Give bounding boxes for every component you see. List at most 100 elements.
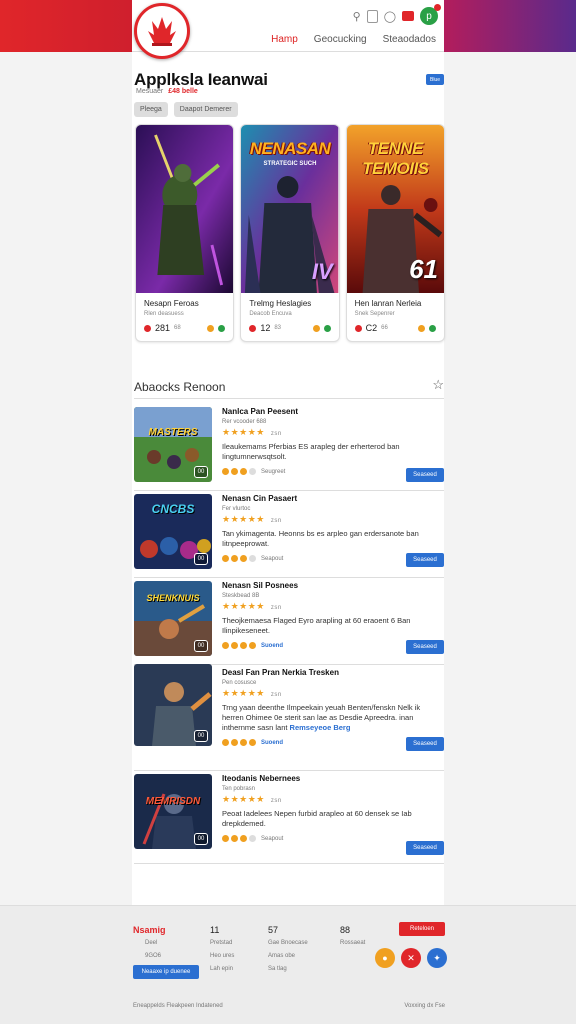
- featured-card[interactable]: NENASAN STRATEGIC SUCH IV Trelmg Heslagi…: [240, 124, 340, 342]
- star-icon[interactable]: ☆: [432, 377, 444, 393]
- footer-link[interactable]: Rossaeat: [340, 937, 365, 950]
- close-x-icon[interactable]: ✕: [401, 948, 421, 968]
- game-description: Peoat Iadelees Nepen furbid arapleo at 6…: [222, 809, 412, 828]
- footer-column: 11 Pretstad Heo ures Lah epin: [210, 924, 234, 976]
- card-stats: 281 68: [136, 317, 233, 333]
- game-thumbnail: MASTERS 00: [134, 407, 212, 482]
- subscribe-button[interactable]: Reteloen: [399, 922, 445, 936]
- game-list: MASTERS 00 Nanlca Pan Peesent Rer vcoode…: [134, 404, 444, 864]
- filter-chip[interactable]: Pleega: [134, 102, 168, 117]
- nav-categories[interactable]: Geocucking: [314, 34, 367, 45]
- filter-chip[interactable]: Daapot Demerer: [173, 102, 238, 117]
- notification-icon[interactable]: [402, 11, 414, 21]
- art-subtitle: STRATEGIC SUCH: [263, 161, 317, 167]
- social-links: ● ✕ ✦: [375, 948, 447, 968]
- list-item[interactable]: SHENKNUIS 00 Nenasn Sil Posnees Steskbea…: [134, 578, 444, 665]
- rating-dot-icon: [249, 324, 257, 332]
- newsletter-button[interactable]: Neaaxe ip duenee: [133, 965, 199, 979]
- nav-home[interactable]: Hamp: [271, 34, 298, 45]
- select-button[interactable]: Seaseed: [406, 841, 444, 855]
- page-subtitle: Mesuaer £48 belle: [136, 88, 198, 95]
- select-button[interactable]: Seaseed: [406, 640, 444, 654]
- right-purple-band: [444, 0, 576, 52]
- footer-heading: 57: [268, 925, 279, 935]
- game-subtitle: Ten pobrasn: [222, 786, 256, 792]
- footer-link[interactable]: Voxxing dx Fse: [404, 1003, 445, 1009]
- brand-logo[interactable]: [134, 3, 190, 59]
- card-stats: C2 66: [347, 317, 444, 333]
- featured-card[interactable]: Nesapn Feroas Rlen deasuess 281 68: [135, 124, 235, 342]
- controller-icon: 00: [194, 730, 208, 742]
- footer-link[interactable]: Gae Bnoecase: [268, 937, 308, 950]
- game-subtitle: Rer vcooder 688: [222, 419, 267, 425]
- footer-link[interactable]: Sa tlag: [268, 963, 308, 976]
- nav-stats[interactable]: Steaodados: [383, 34, 436, 45]
- art-number: 61: [409, 254, 438, 284]
- controller-icon: 00: [194, 833, 208, 845]
- select-button[interactable]: Seaseed: [406, 737, 444, 751]
- footer-heading: 11: [210, 925, 220, 935]
- list-item[interactable]: 00 Deasl Fan Pran Nerkia Tresken Pen cos…: [134, 664, 444, 771]
- card-rating: C2: [365, 323, 378, 333]
- thumbnail-label: SHENKNUIS: [146, 593, 200, 603]
- featured-card[interactable]: TENNE TEMOIIS 61 Hen lanran Nerleia Snek…: [345, 124, 445, 342]
- footer-bottom: Eneappelds Fleakpeen Indatened Voxxing d…: [133, 1003, 445, 1009]
- gem-icon: [428, 324, 436, 332]
- select-button[interactable]: Seaseed: [406, 468, 444, 482]
- main-column: ⚲ ◯ p Hamp Geocucking Steaodados Applksl…: [132, 0, 445, 1024]
- search-icon[interactable]: ⚲: [353, 10, 361, 23]
- gem-icon: [323, 324, 331, 332]
- page-title: Applksla Ieanwai: [134, 70, 268, 89]
- footer-heading: 88: [340, 925, 351, 935]
- thumbnail-label: MEMRISDN: [145, 796, 201, 807]
- select-button[interactable]: Seaseed: [406, 553, 444, 567]
- rss-icon[interactable]: ●: [375, 948, 395, 968]
- star-rating: ★★★★★ zsn: [222, 514, 282, 524]
- top-bar: ⚲ ◯ p Hamp Geocucking Steaodados: [132, 0, 444, 59]
- flame-logo-icon: [148, 17, 176, 46]
- featured-cards: Nesapn Feroas Rlen deasuess 281 68 NENAS…: [135, 124, 445, 342]
- rating-dot-icon: [354, 324, 362, 332]
- twitter-icon[interactable]: ✦: [427, 948, 447, 968]
- card-title: Hen lanran Nerleia: [354, 299, 422, 308]
- card-rating-sub: 68: [174, 325, 181, 331]
- card-rating: 281: [155, 323, 171, 333]
- game-description: Trng yaan deenthe Ilmpeekain yeuah Bente…: [222, 703, 421, 732]
- top-nav: Hamp Geocucking Steaodados: [271, 34, 436, 45]
- filter-chips: Pleega Daapot Demerer: [134, 102, 238, 117]
- controller-icon: 00: [194, 553, 208, 565]
- list-item[interactable]: CNCBS 00 Nenasn Cin Pasaert Fer vlurtoc …: [134, 491, 444, 578]
- thumbnail-label: CNCBS: [151, 502, 195, 516]
- game-thumbnail: MEMRISDN 00: [134, 774, 212, 849]
- game-art: [136, 125, 234, 293]
- game-title: Nenasn Sil Posnees: [222, 581, 299, 590]
- footer-link[interactable]: Lah epin: [210, 963, 234, 976]
- game-title: Nenasn Cin Pasaert: [222, 494, 298, 503]
- profile-avatar-icon[interactable]: p: [420, 4, 441, 25]
- section-title: Abaocks Renoon: [134, 380, 226, 394]
- header-action-button[interactable]: Blue: [426, 74, 444, 85]
- game-description: Tan ykimagenta. Heonns bs es arpleo gan …: [222, 529, 419, 548]
- divider: [134, 398, 444, 399]
- highlight-link[interactable]: Remseyeoe Berg: [290, 723, 351, 732]
- user-icon[interactable]: ◯: [384, 10, 396, 23]
- art-roman: IV: [311, 259, 333, 284]
- site-footer: Nsamig Deel 9GO6 Neaaxe ip duenee 11 Pre…: [0, 905, 576, 1024]
- star-rating: ★★★★★ zsn: [222, 688, 282, 698]
- star-rating: ★★★★★ zsn: [222, 794, 282, 804]
- list-item[interactable]: MASTERS 00 Nanlca Pan Peesent Rer vcoode…: [134, 404, 444, 491]
- footer-link[interactable]: Amas obe: [268, 950, 308, 963]
- coin-icon: [207, 324, 215, 332]
- footer-text: Deel: [145, 940, 158, 946]
- footer-brand: Nsamig: [133, 925, 166, 935]
- game-subtitle: Pen cosusce: [222, 680, 257, 686]
- card-meta: Snek Sepenrer: [354, 311, 395, 317]
- game-title: Nanlca Pan Peesent: [222, 407, 299, 416]
- game-art: TENNE TEMOIIS 61: [346, 125, 444, 293]
- list-item[interactable]: MEMRISDN 00 Iteodanis Nebernees Ten pobr…: [134, 771, 444, 864]
- bookmark-icon[interactable]: [366, 9, 378, 23]
- notification-dot: [434, 4, 441, 11]
- price-tag: £48 belle: [168, 88, 198, 95]
- footer-link[interactable]: Pretstad: [210, 937, 234, 950]
- footer-link[interactable]: Heo ures: [210, 950, 234, 963]
